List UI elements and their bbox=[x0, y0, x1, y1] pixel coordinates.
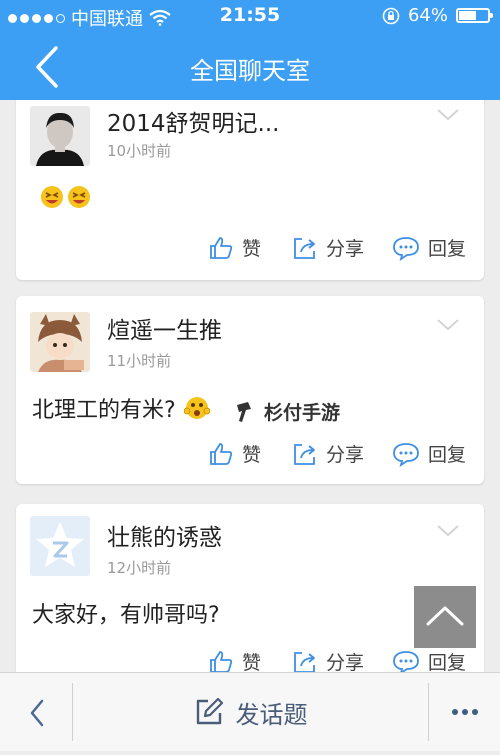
like-label: 赞 bbox=[242, 444, 262, 466]
like-button[interactable]: 赞 bbox=[208, 234, 261, 261]
watermark: 杉付手游 bbox=[234, 398, 340, 425]
reply-label: 回复 bbox=[428, 238, 467, 260]
reply-label: 回复 bbox=[428, 652, 467, 672]
username[interactable]: 煊遥一生推 bbox=[107, 311, 222, 345]
avatar[interactable] bbox=[30, 516, 90, 576]
like-label: 赞 bbox=[242, 652, 262, 672]
thumbs-up-icon bbox=[210, 650, 233, 672]
watermark-text: 杉付手游 bbox=[264, 402, 341, 424]
share-button[interactable]: 分享 bbox=[292, 440, 364, 467]
thumbs-up-icon bbox=[210, 236, 233, 259]
avatar[interactable] bbox=[30, 106, 90, 166]
share-icon bbox=[294, 651, 315, 672]
share-button[interactable]: 分享 bbox=[292, 234, 364, 261]
post-content: 北理工的有米? bbox=[32, 392, 210, 424]
post-time: 11小时前 bbox=[107, 352, 172, 370]
share-icon bbox=[294, 237, 315, 259]
post-time: 10小时前 bbox=[107, 142, 172, 160]
username[interactable]: 2014舒贺明记... bbox=[107, 104, 279, 138]
scroll-to-top-button[interactable] bbox=[414, 586, 476, 648]
comment-icon bbox=[393, 442, 419, 467]
like-button[interactable]: 赞 bbox=[208, 648, 261, 672]
default-avatar-icon bbox=[30, 516, 90, 576]
post-content bbox=[32, 184, 92, 210]
status-right: 64% bbox=[382, 5, 493, 26]
like-button[interactable]: 赞 bbox=[208, 440, 261, 467]
toolbar-back-button[interactable] bbox=[0, 673, 72, 751]
reply-button[interactable]: 回复 bbox=[392, 648, 466, 672]
like-label: 赞 bbox=[242, 238, 262, 260]
post-actions: 赞 分享 回复 bbox=[16, 648, 484, 672]
chevron-down-icon[interactable] bbox=[436, 108, 460, 122]
thumbs-up-icon bbox=[210, 442, 233, 465]
share-label: 分享 bbox=[326, 652, 365, 672]
page-title: 全国聊天室 bbox=[190, 57, 310, 85]
post-card[interactable]: 2014舒贺明记... 10小时前 赞 分享 回复 bbox=[16, 100, 484, 280]
username[interactable]: 壮熊的诱惑 bbox=[107, 518, 222, 552]
share-label: 分享 bbox=[326, 444, 365, 466]
reply-button[interactable]: 回复 bbox=[392, 234, 466, 261]
battery-icon bbox=[456, 8, 493, 23]
post-text: 北理工的有米? bbox=[32, 398, 176, 423]
post-topic-button[interactable]: 发话题 bbox=[73, 673, 428, 751]
post-content: 大家好，有帅哥吗? bbox=[32, 597, 220, 629]
status-bar: 中国联通 21:55 64% bbox=[0, 0, 500, 34]
rotation-lock-icon bbox=[382, 7, 400, 24]
grinning-squint-emoji bbox=[41, 186, 90, 208]
ellipsis-icon bbox=[471, 709, 478, 715]
post-time: 12小时前 bbox=[107, 559, 172, 577]
hammer-logo-icon bbox=[237, 401, 251, 422]
nav-bar: 全国聊天室 bbox=[0, 34, 500, 100]
comment-icon bbox=[393, 236, 419, 261]
anime-avatar-icon bbox=[30, 312, 90, 372]
bottom-toolbar: 发话题 bbox=[0, 672, 500, 751]
battery-level bbox=[459, 11, 476, 20]
app-header: 中国联通 21:55 64% 全国聊天室 bbox=[0, 0, 500, 100]
ellipsis-icon bbox=[451, 709, 458, 715]
chevron-down-icon[interactable] bbox=[436, 524, 460, 538]
post-text: 大家好，有帅哥吗? bbox=[32, 603, 220, 628]
surprised-emoji bbox=[183, 397, 210, 419]
reply-button[interactable]: 回复 bbox=[392, 440, 466, 467]
comment-icon bbox=[393, 650, 419, 672]
edit-icon bbox=[196, 697, 223, 725]
reply-label: 回复 bbox=[428, 444, 467, 466]
post-card[interactable]: 煊遥一生推 11小时前 北理工的有米? 赞 分享 回复 bbox=[16, 296, 484, 484]
share-label: 分享 bbox=[326, 238, 365, 260]
ellipsis-icon bbox=[461, 709, 468, 715]
chevron-down-icon[interactable] bbox=[436, 318, 460, 332]
avatar[interactable] bbox=[30, 312, 90, 372]
chevron-up-icon bbox=[426, 606, 464, 626]
more-button[interactable] bbox=[429, 673, 500, 751]
share-icon bbox=[294, 443, 315, 465]
post-actions: 赞 分享 回复 bbox=[16, 234, 484, 264]
battery-percent: 64% bbox=[407, 5, 448, 26]
share-button[interactable]: 分享 bbox=[292, 648, 364, 672]
user-photo-icon bbox=[30, 106, 90, 166]
post-actions: 赞 分享 回复 bbox=[16, 440, 484, 470]
chevron-left-icon bbox=[30, 699, 44, 727]
post-topic-label: 发话题 bbox=[235, 700, 308, 729]
